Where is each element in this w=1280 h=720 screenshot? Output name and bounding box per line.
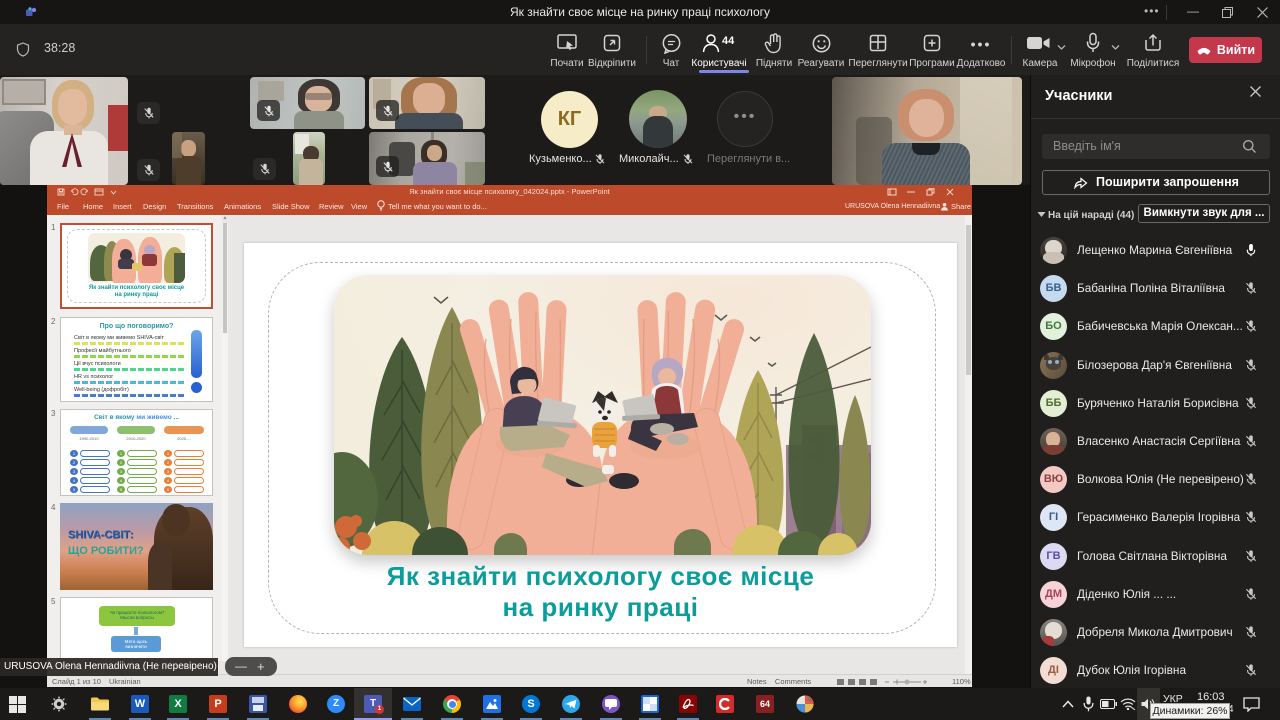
svg-text:44: 44 (722, 35, 735, 47)
